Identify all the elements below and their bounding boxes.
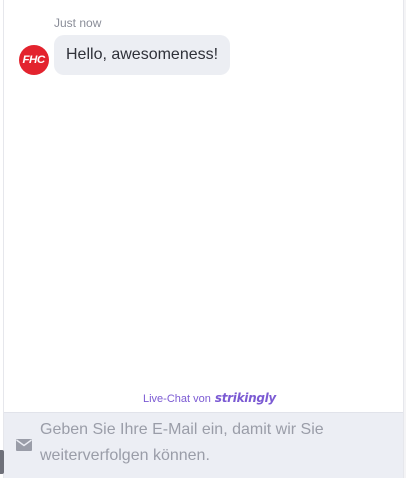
resize-handle[interactable] (0, 450, 4, 474)
message-timestamp: Just now (54, 16, 102, 30)
powered-by-label: Live-Chat von (143, 393, 211, 405)
widget-left-border (3, 0, 4, 478)
strikingly-logo: strikingly (214, 391, 276, 405)
chat-widget: Just now FHC Hello, awesomeness! Live-Ch… (0, 0, 406, 478)
message-bubble: Hello, awesomeness! (54, 35, 231, 75)
email-input[interactable] (40, 417, 390, 473)
mail-icon (16, 438, 32, 451)
email-input-bar (4, 412, 403, 478)
avatar-logo: FHC (22, 54, 46, 66)
powered-by-link[interactable]: Live-Chat von strikingly (143, 391, 276, 405)
agent-avatar: FHC (19, 45, 49, 75)
